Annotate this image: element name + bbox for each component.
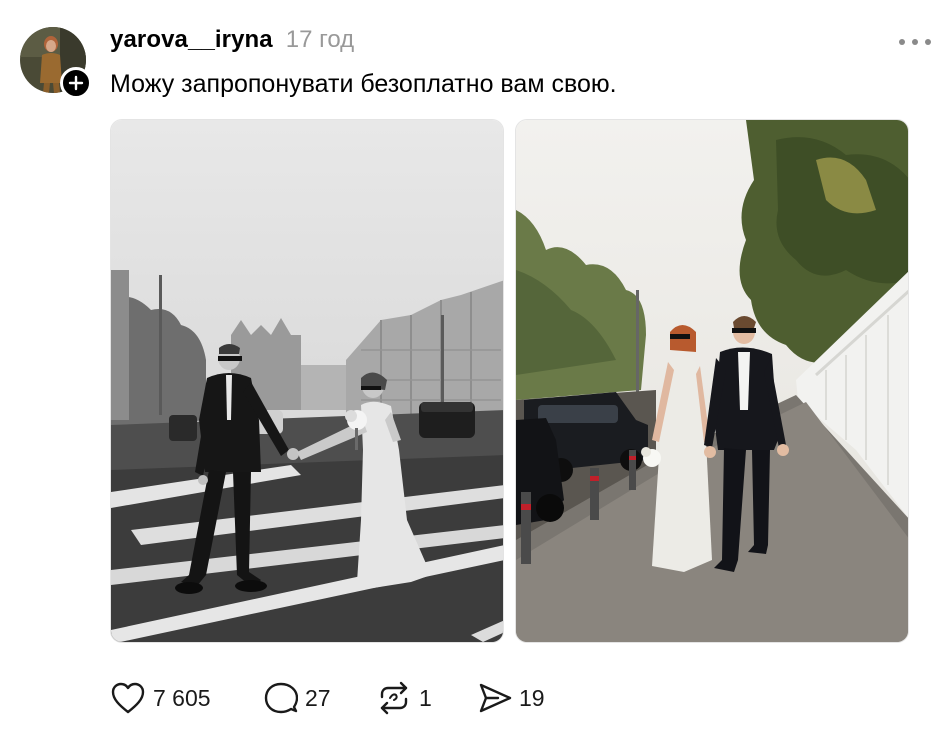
avatar-container [20, 27, 92, 99]
repost-button[interactable]: 1 [376, 681, 478, 715]
username-link[interactable]: yarova__iryna [110, 26, 273, 54]
share-button[interactable]: 19 [478, 681, 568, 715]
repost-count: 1 [419, 684, 432, 711]
heart-icon [111, 682, 145, 714]
wedding-couple-street-photo [111, 120, 503, 642]
thread-post: yarova__iryna 17 год Можу запропонувати … [0, 0, 944, 743]
like-button[interactable]: 7 605 [110, 681, 264, 715]
post-photo-1[interactable] [110, 119, 504, 643]
send-icon [479, 683, 512, 713]
reply-button[interactable]: 27 [264, 681, 376, 715]
post-text: Можу запропонувати безоплатно вам свою. [110, 70, 617, 98]
share-count: 19 [519, 684, 545, 711]
post-header: yarova__iryna 17 год [110, 26, 354, 60]
more-options-button[interactable] [893, 28, 937, 56]
plus-icon [68, 75, 84, 91]
repost-icon [380, 681, 408, 715]
reply-count: 27 [305, 684, 331, 711]
post-timestamp[interactable]: 17 год [286, 26, 354, 54]
follow-button[interactable] [60, 67, 92, 99]
like-count: 7 605 [153, 684, 211, 711]
wedding-couple-sidewalk-photo [516, 120, 908, 642]
more-horizontal-icon [899, 39, 931, 45]
post-photo-2[interactable] [515, 119, 909, 643]
comment-icon [264, 682, 298, 714]
post-actions-bar: 7 605 27 1 19 [110, 676, 568, 720]
